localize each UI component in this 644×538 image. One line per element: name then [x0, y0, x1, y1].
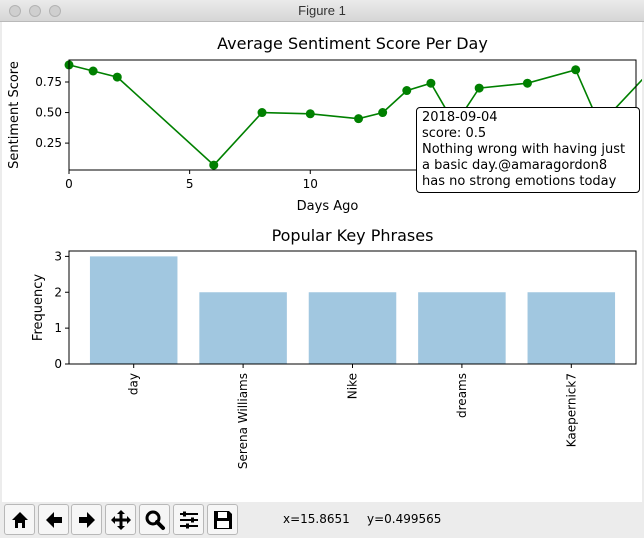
sentiment-point: [88, 66, 98, 76]
category-tick-label: day: [127, 373, 141, 395]
sentiment-point: [426, 78, 436, 88]
window-title: Figure 1: [298, 3, 346, 18]
figure-svg: Average Sentiment Score Per Day0510150.2…: [7, 34, 642, 469]
sentiment-point: [257, 108, 267, 118]
x-tick-label: 5: [186, 177, 194, 191]
y-coordinate-readout: y=0.499565: [367, 512, 442, 526]
line-chart-title: Average Sentiment Score Per Day: [217, 34, 488, 53]
bar-chart-title: Popular Key Phrases: [272, 226, 434, 245]
category-tick-label: Nike: [346, 373, 360, 399]
magnifier-icon: [145, 510, 165, 530]
x-tick-label: 10: [303, 177, 318, 191]
bar-chart-y-axis-label: Frequency: [31, 274, 46, 341]
sliders-icon: [179, 511, 198, 528]
annotation-line: 2018-09-04: [422, 110, 498, 125]
sentiment-point: [209, 160, 219, 170]
key-phrase-bar: [308, 292, 397, 364]
sentiment-point: [112, 72, 122, 82]
sentiment-point: [305, 109, 315, 119]
key-phrase-bar: [527, 292, 616, 364]
sentiment-point: [354, 114, 364, 124]
sentiment-point: [522, 78, 532, 88]
y-tick-label: 3: [54, 249, 62, 263]
y-tick-label: 0.50: [35, 106, 62, 120]
point-annotation: 2018-09-04 score: 0.5 Nothing wrong with h…: [416, 107, 640, 193]
y-tick-label: 0: [54, 357, 62, 371]
configure-subplots-button[interactable]: [173, 504, 204, 535]
arrow-left-icon: [45, 511, 62, 528]
sentiment-point: [378, 108, 388, 118]
back-button[interactable]: [38, 504, 69, 535]
category-tick-label: dreams: [455, 373, 469, 418]
home-icon: [11, 511, 28, 528]
figure-canvas[interactable]: Average Sentiment Score Per Day0510150.2…: [2, 22, 642, 502]
y-tick-label: 0.75: [35, 75, 62, 89]
annotation-line: a basic day.@amaragordon8: [422, 158, 608, 173]
save-button[interactable]: [207, 504, 238, 535]
arrow-right-icon: [78, 511, 95, 528]
line-chart-x-axis-label: Days Ago: [297, 199, 359, 214]
zoom-button[interactable]: [139, 504, 170, 535]
pan-button[interactable]: [105, 504, 136, 535]
y-tick-label: 1: [54, 321, 62, 335]
annotation-line: score: 0.5: [422, 126, 487, 141]
x-coordinate-readout: x=15.8651: [283, 512, 350, 526]
forward-button[interactable]: [71, 504, 102, 535]
line-chart-y-axis-label: Sentiment Score: [7, 61, 22, 169]
sentiment-point: [402, 86, 412, 96]
sentiment-point: [571, 65, 581, 75]
key-phrase-bar: [89, 256, 178, 364]
y-tick-label: 2: [54, 285, 62, 299]
annotation-line: Nothing wrong with having just: [422, 142, 626, 157]
y-tick-label: 0.25: [35, 136, 62, 150]
navigation-toolbar: x=15.8651 y=0.499565: [0, 502, 644, 538]
floppy-disk-icon: [213, 510, 232, 529]
move-icon: [110, 509, 131, 530]
sentiment-point: [474, 83, 484, 93]
x-tick-label: 0: [65, 177, 73, 191]
key-phrase-bar: [418, 292, 506, 364]
title-bar: Figure 1: [0, 0, 644, 22]
category-tick-label: Kaepernick7: [564, 373, 578, 447]
key-phrase-bar: [199, 292, 287, 364]
category-tick-label: Serena Williams: [236, 373, 250, 469]
annotation-line: has no strong emotions today: [422, 174, 617, 189]
home-button[interactable]: [4, 504, 35, 535]
